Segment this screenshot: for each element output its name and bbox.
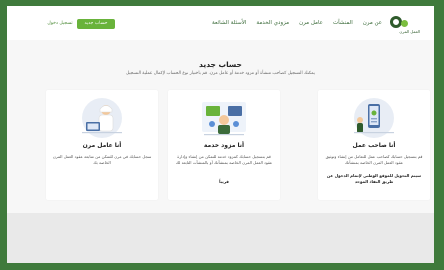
logo-dot-icon — [401, 20, 408, 27]
page-title: حساب جديد — [199, 60, 242, 69]
main-nav: عن مرن المنشآت عامل مرن مزودي الخدمة الأ… — [212, 20, 382, 26]
nav-item-faq[interactable]: الأسئلة الشائعة — [212, 20, 246, 26]
new-account-button[interactable]: حساب جديد — [77, 19, 115, 29]
flexible-worker-card-description: سجل حسابك في مرن للتمكن من متابعة عقود ا… — [52, 154, 152, 165]
employer-card-note: سيتم التحويل للموقع الوطني لإتمام الدخول… — [326, 173, 422, 184]
logo-text: العمل المرن — [399, 29, 420, 34]
nav-item-flexible-worker[interactable]: عامل مرن — [299, 20, 323, 26]
top-bar: العمل المرن عن مرن المنشآت عامل مرن مزود… — [7, 6, 434, 40]
service-provider-card-title: أنا مزود خدمة — [203, 142, 245, 149]
flexible-worker-illustration-icon — [82, 98, 122, 138]
main-content: حساب جديد يمكنك التسجيل كصاحب منشأة أو م… — [7, 40, 434, 213]
service-provider-card-description: قم بتسجيل حسابك كمزود خدمة للتمكن من إنش… — [175, 154, 273, 165]
browser-frame: العمل المرن عن مرن المنشآت عامل مرن مزود… — [7, 6, 434, 263]
employer-card-title: أنا صاحب عمل — [352, 142, 396, 149]
flexible-worker-card-title: أنا عامل مرن — [82, 142, 122, 149]
service-provider-card-note: قريباً — [219, 179, 229, 184]
nav-item-service-providers[interactable]: مزودي الخدمة — [256, 20, 289, 26]
login-button[interactable]: تسجيل دخول — [45, 19, 75, 29]
service-provider-card[interactable]: أنا مزود خدمة قم بتسجيل حسابك كمزود خدمة… — [168, 90, 280, 200]
employer-illustration-icon — [354, 98, 394, 138]
page-subtitle: يمكنك التسجيل كصاحب منشأة أو مزود خدمة أ… — [125, 71, 315, 76]
employer-card[interactable]: أنا صاحب عمل قم بتسجيل حسابك كصاحب عمل ل… — [318, 90, 430, 200]
nav-item-establishments[interactable]: المنشآت — [333, 20, 353, 26]
service-provider-illustration-icon — [202, 102, 246, 136]
employer-card-description: قم بتسجيل حسابك كصاحب عمل للتعامل من إنش… — [325, 154, 423, 165]
page-footer — [7, 213, 434, 263]
logo[interactable]: العمل المرن — [390, 16, 420, 36]
flexible-worker-card[interactable]: أنا عامل مرن سجل حسابك في مرن للتمكن من … — [46, 90, 158, 200]
nav-item-about[interactable]: عن مرن — [363, 20, 382, 26]
